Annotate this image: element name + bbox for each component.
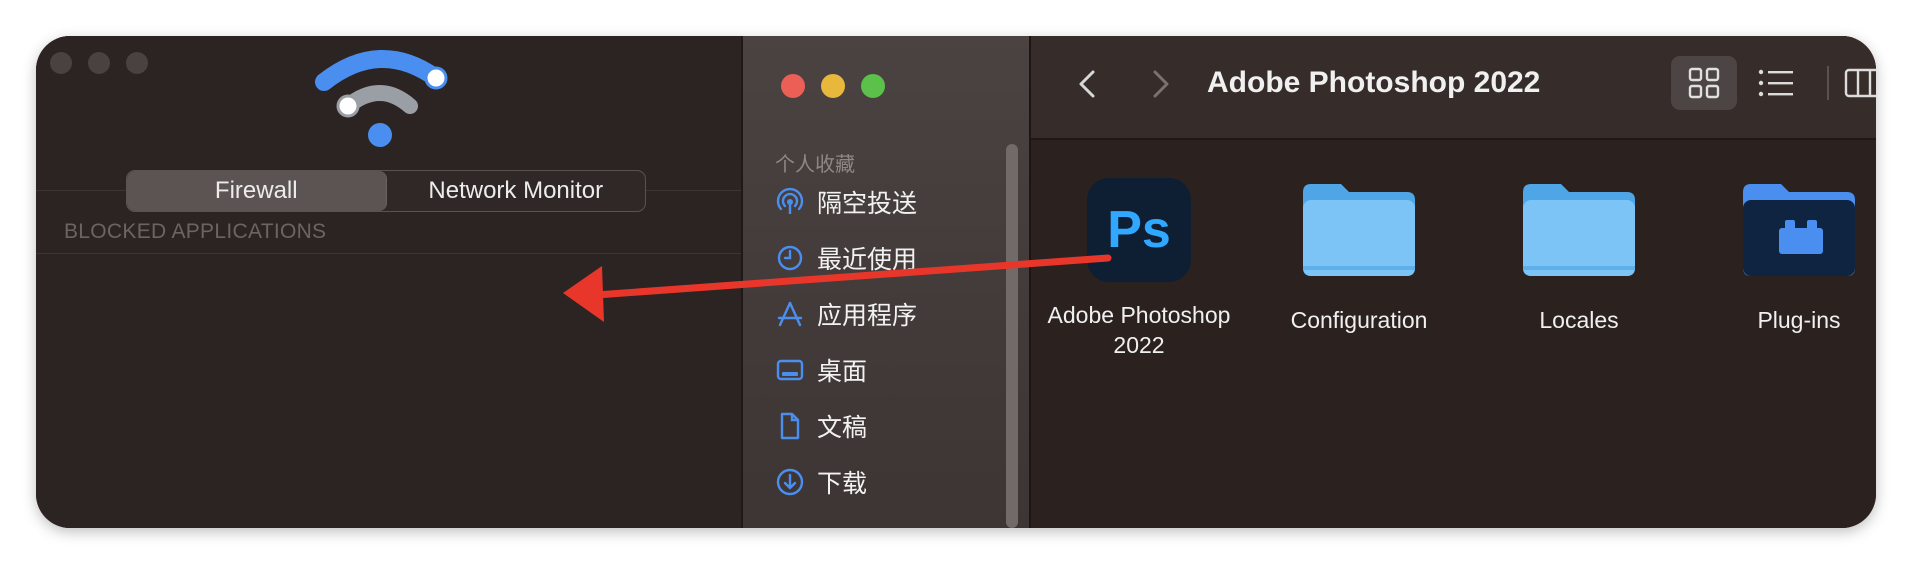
sidebar-scrollbar[interactable] — [1006, 144, 1018, 528]
favorites-header: 个人收藏 — [775, 154, 855, 176]
wifi-logo-icon — [315, 50, 448, 147]
finder-main: Adobe Photoshop 2022 Ps Adobe Photoshop … — [1029, 36, 1876, 528]
sidebar-item-label: 应用程序 — [817, 302, 918, 330]
column-view-button[interactable] — [1841, 56, 1876, 110]
sidebar-item-desktop[interactable]: 桌面 — [775, 350, 867, 390]
close-button-inactive[interactable] — [50, 52, 72, 74]
screenshot-frame: Firewall Network Monitor BLOCKED APPLICA… — [36, 36, 1876, 528]
sidebar-item-label: 文稿 — [817, 414, 868, 442]
back-button[interactable] — [1071, 66, 1107, 102]
tab-firewall[interactable]: Firewall — [127, 171, 387, 211]
firewall-window: Firewall Network Monitor BLOCKED APPLICA… — [36, 36, 741, 528]
sidebar-item-documents[interactable]: 文稿 — [775, 406, 867, 446]
file-item-photoshop[interactable]: Ps Adobe Photoshop 2022 — [1031, 178, 1247, 360]
columns-icon — [1844, 68, 1876, 98]
zoom-button-inactive[interactable] — [126, 52, 148, 74]
clock-icon — [775, 243, 805, 273]
airdrop-icon — [775, 187, 805, 217]
minimize-button[interactable] — [821, 74, 845, 98]
file-item-configuration[interactable]: Configuration — [1251, 178, 1467, 335]
sidebar-item-label: 桌面 — [817, 358, 868, 386]
desktop-icon — [775, 355, 805, 385]
grid-icon — [1688, 67, 1720, 99]
plugin-folder-icon — [1743, 184, 1855, 276]
download-icon — [775, 467, 805, 497]
blocked-applications-header: BLOCKED APPLICATIONS — [64, 220, 327, 243]
sidebar-item-downloads[interactable]: 下载 — [775, 462, 867, 502]
minimize-button-inactive[interactable] — [88, 52, 110, 74]
file-item-label: Plug-ins — [1757, 307, 1841, 333]
file-item-label: Locales — [1539, 307, 1619, 333]
finder-sidebar: 个人收藏 隔空投送 最近使用 应用程序 桌面 文稿 下载 — [741, 36, 1037, 528]
file-item-label: Adobe Photoshop 2022 — [1047, 302, 1231, 358]
finder-toolbar: Adobe Photoshop 2022 — [1031, 36, 1876, 140]
file-item-locales[interactable]: Locales — [1471, 178, 1687, 335]
blocked-applications-list[interactable] — [36, 254, 741, 528]
applications-icon — [775, 299, 805, 329]
firewall-tab-control: Firewall Network Monitor — [126, 170, 646, 212]
folder-icon — [1523, 184, 1635, 276]
file-item-plugins[interactable]: Plug-ins — [1691, 178, 1876, 335]
document-icon — [775, 411, 805, 441]
icon-view-button[interactable] — [1671, 56, 1737, 110]
sidebar-item-label: 最近使用 — [817, 246, 918, 274]
list-view-button[interactable] — [1743, 56, 1809, 110]
window-title: Adobe Photoshop 2022 — [1207, 66, 1541, 99]
sidebar-item-label: 隔空投送 — [817, 190, 918, 218]
list-icon — [1758, 69, 1793, 97]
tab-network-monitor[interactable]: Network Monitor — [387, 171, 646, 211]
sidebar-item-applications[interactable]: 应用程序 — [775, 294, 917, 334]
close-button[interactable] — [781, 74, 805, 98]
zoom-button[interactable] — [861, 74, 885, 98]
sidebar-item-label: 下载 — [817, 470, 868, 498]
sidebar-item-airdrop[interactable]: 隔空投送 — [775, 182, 917, 222]
forward-button[interactable] — [1141, 66, 1177, 102]
file-item-label: Configuration — [1290, 307, 1428, 333]
sidebar-item-recents[interactable]: 最近使用 — [775, 238, 917, 278]
folder-icon — [1303, 184, 1415, 276]
photoshop-app-icon: Ps — [1087, 178, 1191, 282]
